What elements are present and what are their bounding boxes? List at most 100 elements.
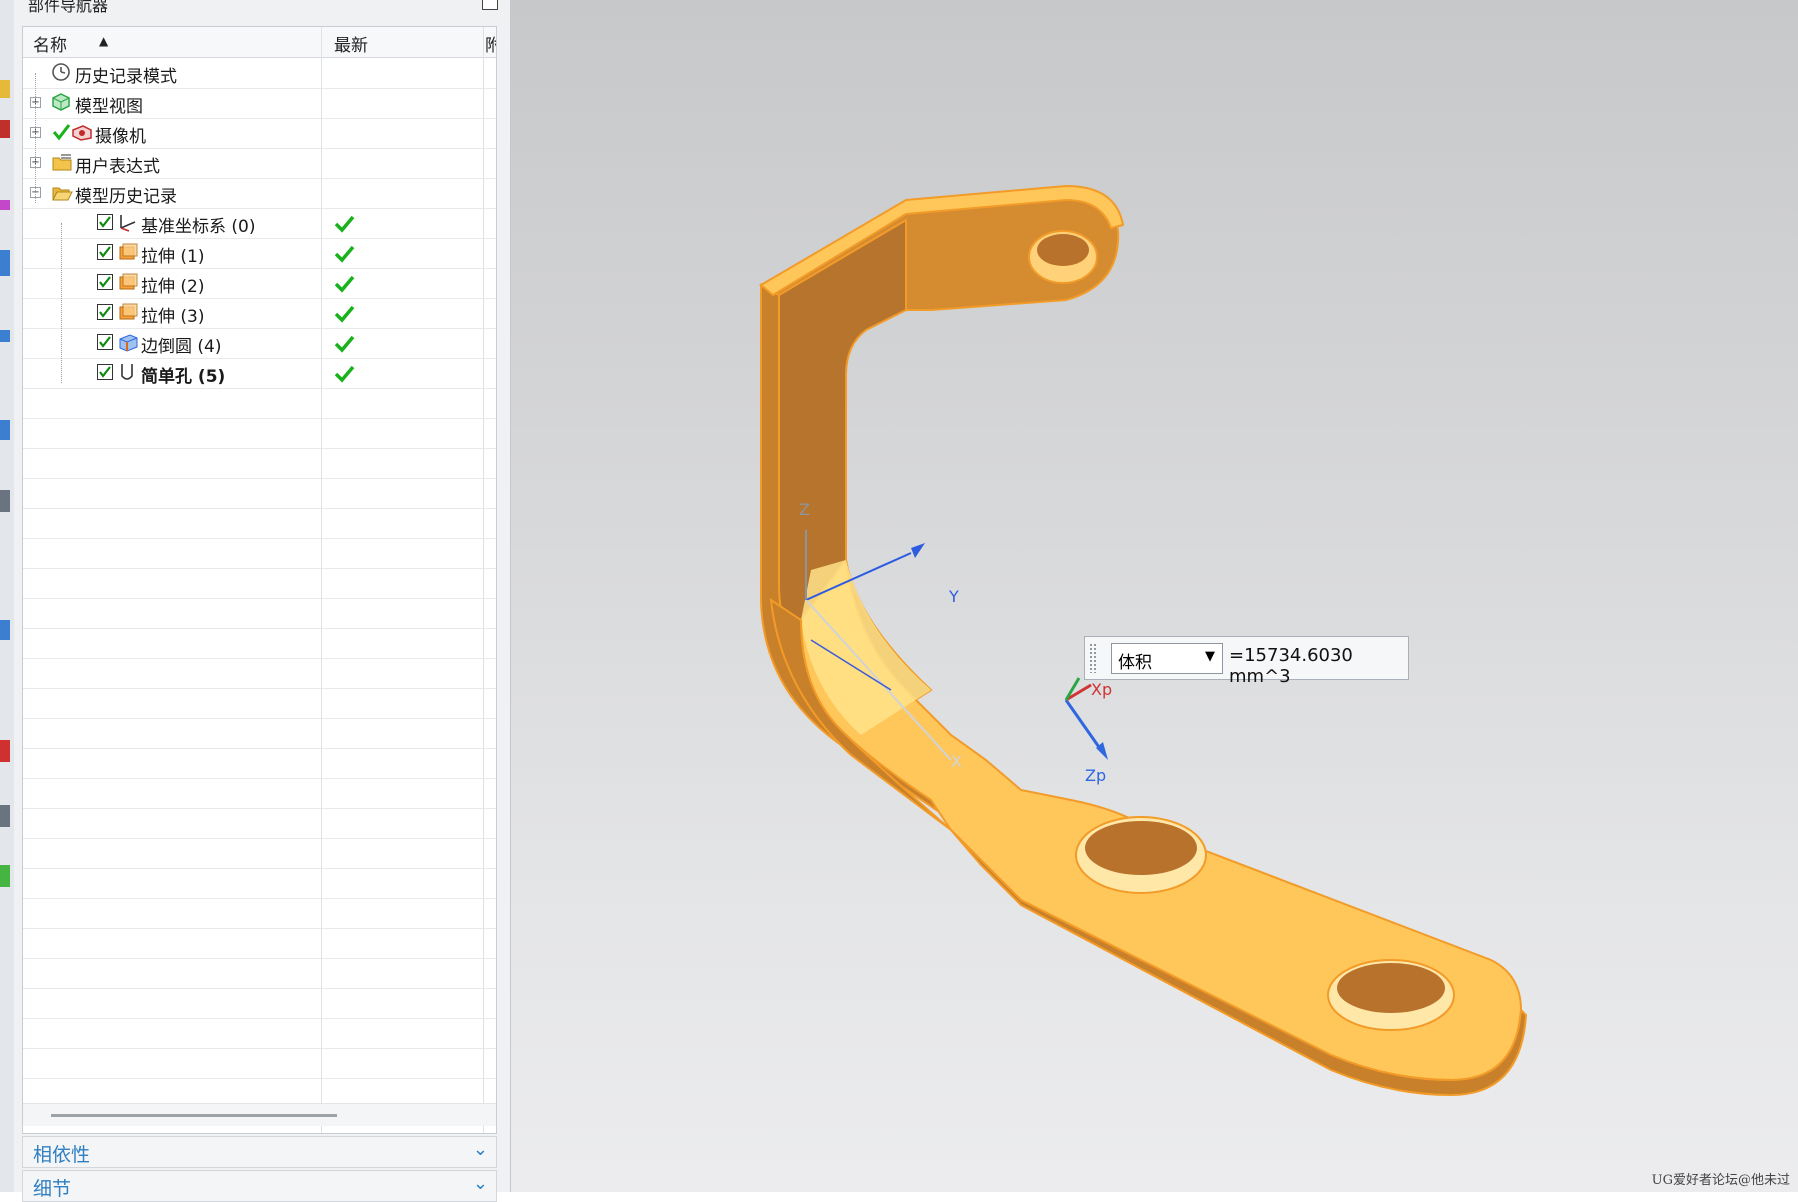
visibility-checkbox[interactable]	[97, 244, 113, 260]
tree-row[interactable]	[23, 838, 496, 869]
tree-row[interactable]	[23, 688, 496, 719]
tree-row[interactable]	[23, 628, 496, 659]
tree-row-label: 拉伸 (3)	[141, 307, 205, 327]
history-tab-icon[interactable]	[0, 420, 10, 440]
part-navigator-tab-icon[interactable]	[0, 80, 10, 98]
tree-row[interactable]	[23, 448, 496, 479]
scrollbar-thumb[interactable]	[51, 1114, 337, 1117]
column-header-extra[interactable]: 附	[485, 31, 496, 56]
chevron-down-icon[interactable]: ⌄	[473, 1139, 488, 1160]
folder-expression-icon	[51, 152, 73, 177]
tree-row-label: 拉伸 (1)	[141, 247, 205, 267]
tree-row[interactable]	[23, 778, 496, 809]
tree-row[interactable]	[23, 658, 496, 689]
tree-row[interactable]: 拉伸 (2)	[23, 268, 496, 299]
latest-check-icon	[333, 363, 355, 388]
tree-row-label: 模型视图	[75, 97, 143, 117]
tree-row-label: 用户表达式	[75, 157, 160, 177]
resource-bar	[0, 0, 15, 1192]
latest-check-icon	[333, 213, 355, 238]
assembly-navigator-tab-icon[interactable]	[0, 120, 10, 138]
tree-row[interactable]	[23, 988, 496, 1019]
tree-row[interactable]: 基准坐标系 (0)	[23, 208, 496, 239]
tree-row[interactable]: + 用户表达式	[23, 148, 496, 179]
tree-connector	[35, 73, 36, 203]
tree-row[interactable]: + 模型视图	[23, 88, 496, 119]
tree-row[interactable]	[23, 538, 496, 569]
tree-row[interactable]	[23, 388, 496, 419]
camera-icon	[71, 122, 93, 147]
extrude-icon	[117, 242, 139, 267]
tree-row-label: 历史记录模式	[75, 67, 177, 87]
graphics-viewport[interactable]: Z Y X Xp Zp 体积 ▼ =15734.6030 mm^3 UG爱好者论…	[511, 0, 1798, 1192]
tree-row[interactable]	[23, 598, 496, 629]
visibility-checkbox[interactable]	[97, 274, 113, 290]
tree-row[interactable]	[23, 418, 496, 449]
visibility-checkbox[interactable]	[97, 364, 113, 380]
tree-row[interactable]	[23, 898, 496, 929]
chevron-down-icon[interactable]: ⌄	[473, 1173, 488, 1194]
manufacturing-wizard-tab-icon[interactable]	[0, 740, 10, 762]
tree-row[interactable]	[23, 958, 496, 989]
column-header-latest[interactable]: 最新	[334, 31, 368, 56]
tree-row[interactable]	[23, 868, 496, 899]
measure-type-dropdown[interactable]: 体积 ▼	[1111, 643, 1223, 674]
tree-connector	[61, 223, 62, 383]
tree-row-label: 简单孔 (5)	[141, 367, 226, 387]
web-browser-tab-icon[interactable]	[0, 490, 10, 512]
tree-row[interactable]: 拉伸 (1)	[23, 238, 496, 269]
measure-result-box[interactable]: 体积 ▼ =15734.6030 mm^3	[1084, 636, 1409, 687]
sort-ascending-icon[interactable]: ▲	[99, 34, 108, 48]
watermark: UG爱好者论坛@他未过	[1651, 1173, 1790, 1188]
wcs-x-label: X	[951, 752, 962, 771]
section-label: 细节	[33, 1178, 72, 1200]
tree-row[interactable]: 边倒圆 (4)	[23, 328, 496, 359]
latest-check-icon	[333, 243, 355, 268]
active-check-icon	[51, 122, 71, 147]
tree-row[interactable]	[23, 928, 496, 959]
tree-row-label: 模型历史记录	[75, 187, 177, 207]
tree-row-label: 边倒圆 (4)	[141, 337, 222, 357]
tree-row[interactable]: 拉伸 (3)	[23, 298, 496, 329]
constraint-navigator-tab-icon[interactable]	[0, 200, 10, 210]
part-model[interactable]	[511, 0, 1798, 1192]
part-navigator-panel: 部件导航器 名称 ▲ 最新 附 历史记录模式+模型视图+摄像机+用户表达式−模型…	[14, 0, 511, 1202]
tree-row[interactable]	[23, 568, 496, 599]
tree-row[interactable]	[23, 478, 496, 509]
measure-result-value: =15734.6030 mm^3	[1229, 645, 1353, 687]
tree-row[interactable]: − 模型历史记录	[23, 178, 496, 209]
reuse-library-tab-icon[interactable]	[0, 330, 10, 342]
tree-row[interactable]	[23, 1048, 496, 1079]
dependencies-section[interactable]: 相依性 ⌄	[22, 1136, 497, 1168]
hole-icon	[117, 362, 137, 387]
latest-check-icon	[333, 303, 355, 328]
latest-check-icon	[333, 333, 355, 358]
work-plane-xp-label: Xp	[1091, 680, 1113, 699]
section-label: 相依性	[33, 1144, 91, 1166]
process-studio-tab-icon[interactable]	[0, 620, 10, 640]
system-materials-tab-icon[interactable]	[0, 865, 10, 887]
visibility-checkbox[interactable]	[97, 304, 113, 320]
tree-row[interactable]	[23, 508, 496, 539]
visibility-checkbox[interactable]	[97, 214, 113, 230]
tree-row[interactable]: 简单孔 (5)	[23, 358, 496, 389]
pin-panel-button[interactable]	[482, 0, 498, 10]
feature-tree: 名称 ▲ 最新 附 历史记录模式+模型视图+摄像机+用户表达式−模型历史记录基准…	[22, 26, 497, 1134]
tree-row[interactable]	[23, 748, 496, 779]
tree-row[interactable]	[23, 808, 496, 839]
tree-row[interactable]: 历史记录模式	[23, 58, 496, 89]
palette-tab-icon[interactable]	[0, 805, 10, 827]
measure-type-value: 体积	[1118, 653, 1152, 673]
dropdown-arrow-icon[interactable]: ▼	[1205, 649, 1215, 664]
column-header-name[interactable]: 名称	[33, 31, 67, 56]
tree-row[interactable]: + 摄像机	[23, 118, 496, 149]
details-section[interactable]: 细节 ⌄	[22, 1170, 497, 1202]
visibility-checkbox[interactable]	[97, 334, 113, 350]
tree-row[interactable]	[23, 718, 496, 749]
tree-row[interactable]	[23, 1018, 496, 1049]
tree-row-label: 基准坐标系 (0)	[141, 217, 256, 237]
drag-handle[interactable]	[1089, 643, 1097, 673]
horizontal-scrollbar[interactable]	[23, 1103, 496, 1126]
roles-tab-icon[interactable]	[0, 250, 10, 276]
clock-icon	[51, 62, 71, 87]
